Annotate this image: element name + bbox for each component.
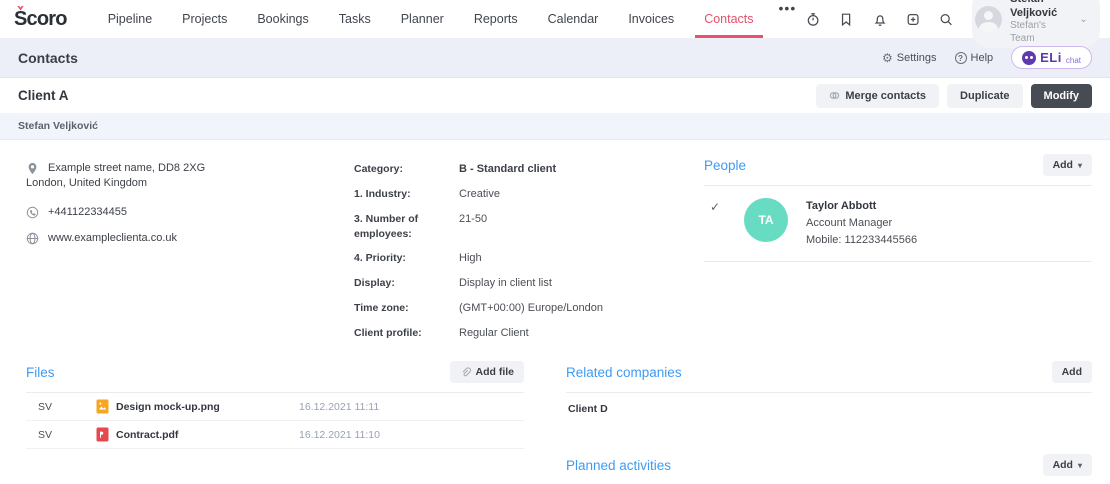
field-label: Category:: [354, 163, 404, 175]
field-label: Time zone:: [354, 302, 409, 315]
merge-contacts-button[interactable]: Merge contacts: [816, 83, 940, 108]
website-link[interactable]: www.exampleclienta.co.uk: [48, 232, 177, 244]
planned-activities-section: Planned activities Add▾ Mon, 24.03 13:00…: [566, 454, 1092, 484]
phone-icon: [26, 206, 39, 218]
nav-item-reports[interactable]: Reports: [459, 0, 533, 38]
field-value: High: [459, 252, 482, 265]
timer-icon[interactable]: [806, 11, 820, 28]
help-icon: ?: [954, 51, 967, 64]
user-menu[interactable]: Stefan Veljković Stefan's Team ⌄: [972, 0, 1100, 49]
related-companies-section: Related companies Add Client D: [566, 361, 1092, 429]
file-date: 16.12.2021 11:10: [299, 428, 380, 441]
website-icon: [26, 232, 39, 244]
files-section: Files Add file SV Design mock-up.png 16.…: [16, 361, 524, 484]
field-value: Regular Client: [459, 327, 529, 340]
main-nav: Pipeline Projects Bookings Tasks Planner…: [93, 0, 807, 38]
field-label: 4. Priority:: [354, 252, 406, 265]
field-label: Client profile:: [354, 327, 422, 340]
phone-number[interactable]: +441122334455: [48, 206, 127, 218]
client-detail-fields: Category: B - Standard client 1. Industry…: [354, 154, 664, 351]
nav-item-invoices[interactable]: Invoices: [613, 0, 689, 38]
chevron-down-icon: ⌄: [1079, 13, 1088, 25]
field-value: Display in client list: [459, 277, 552, 290]
eli-suffix: chat: [1065, 56, 1081, 65]
settings-label: Settings: [896, 51, 937, 64]
top-nav: Scoro Pipeline Projects Bookings Tasks P…: [0, 0, 1110, 49]
field-label: 1. Industry:: [354, 187, 411, 200]
nav-item-pipeline[interactable]: Pipeline: [93, 0, 167, 38]
merge-icon: [830, 92, 840, 99]
people-add-button[interactable]: Add ▾: [1042, 154, 1092, 176]
nav-item-projects[interactable]: Projects: [167, 0, 242, 38]
person-role: Account Manager: [806, 217, 893, 230]
caret-down-icon: ▾: [1077, 160, 1082, 170]
person-row[interactable]: ✓ TA Taylor Abbott Account Manager Mobil…: [704, 186, 1092, 263]
help-button[interactable]: ? Help: [954, 51, 994, 64]
image-file-icon: [96, 399, 109, 414]
file-row[interactable]: SV Contract.pdf 16.12.2021 11:10: [26, 421, 524, 450]
nav-more-button[interactable]: •••: [769, 0, 807, 38]
address-line2: London, United Kingdom: [26, 177, 148, 189]
gear-icon: ⚙: [882, 50, 893, 65]
settings-button[interactable]: ⚙ Settings: [882, 51, 937, 65]
file-owner-initials: SV: [38, 428, 53, 441]
pdf-file-icon: [96, 427, 109, 442]
eli-brand: ELi: [1040, 50, 1062, 65]
file-name[interactable]: Contract.pdf: [116, 429, 178, 441]
file-date: 16.12.2021 11:11: [299, 400, 380, 413]
person-avatar: TA: [744, 198, 788, 242]
field-value: (GMT+00:00) Europe/London: [459, 302, 604, 315]
people-section: People Add ▾ ✓ TA Taylor Abbott Account M…: [664, 154, 1092, 351]
scoro-logo[interactable]: Scoro: [14, 8, 67, 31]
notifications-icon[interactable]: [873, 11, 887, 28]
check-icon: ✓: [710, 200, 721, 214]
add-new-icon[interactable]: [906, 11, 920, 28]
client-header: Client A Merge contacts Duplicate Modify: [0, 78, 1110, 113]
duplicate-button[interactable]: Duplicate: [947, 83, 1023, 108]
related-companies-add-button[interactable]: Add: [1051, 361, 1092, 384]
nav-item-planner[interactable]: Planner: [386, 0, 459, 38]
field-value: B - Standard client: [459, 163, 557, 175]
user-name: Stefan Veljković: [1010, 0, 1058, 19]
owner-bar: Stefan Veljković: [0, 113, 1110, 140]
field-value: Creative: [459, 187, 500, 200]
contact-info: Example street name, DD8 2XG London, Uni…: [16, 154, 354, 351]
client-name-title: Client A: [18, 88, 69, 103]
owner-name[interactable]: Stefan Veljković: [18, 120, 98, 132]
planned-activities-title[interactable]: Planned activities: [566, 458, 671, 473]
search-icon[interactable]: [939, 11, 953, 28]
nav-item-bookings[interactable]: Bookings: [242, 0, 323, 38]
nav-item-contacts[interactable]: Contacts: [689, 0, 768, 38]
paperclip-icon: [462, 367, 471, 376]
location-icon: [28, 162, 37, 175]
caret-down-icon: ▾: [1077, 460, 1082, 470]
planned-activities-add-button[interactable]: Add ▾: [1042, 454, 1092, 477]
nav-item-calendar[interactable]: Calendar: [533, 0, 614, 38]
nav-item-tasks[interactable]: Tasks: [324, 0, 386, 38]
related-companies-title[interactable]: Related companies: [566, 365, 682, 380]
file-owner-initials: SV: [38, 400, 53, 413]
files-section-title[interactable]: Files: [26, 365, 55, 380]
person-name[interactable]: Taylor Abbott: [806, 198, 917, 215]
user-team: Stefan's Team: [1010, 20, 1046, 44]
field-label: Display:: [354, 277, 395, 290]
client-detail-content: Example street name, DD8 2XG London, Uni…: [0, 140, 1110, 484]
eli-chat-button[interactable]: ELi chat: [1011, 46, 1092, 69]
eli-chat-icon: [1022, 50, 1037, 65]
bookmark-icon[interactable]: [839, 11, 853, 28]
add-file-button[interactable]: Add file: [449, 361, 524, 384]
related-company-row[interactable]: Client D: [566, 393, 1092, 429]
person-mobile: Mobile: 112233445566: [806, 234, 918, 247]
file-row[interactable]: SV Design mock-up.png 16.12.2021 11:11: [26, 393, 524, 422]
address-line1: Example street name, DD8 2XG: [48, 162, 206, 174]
field-value: 21-50: [459, 212, 488, 225]
people-section-title[interactable]: People: [704, 158, 746, 173]
field-label: 3. Number of employees:: [354, 212, 419, 241]
help-label: Help: [970, 51, 994, 64]
file-name[interactable]: Design mock-up.png: [116, 401, 220, 413]
modify-button[interactable]: Modify: [1030, 83, 1092, 108]
user-avatar: [975, 5, 1003, 33]
page-title: Contacts: [18, 49, 78, 66]
